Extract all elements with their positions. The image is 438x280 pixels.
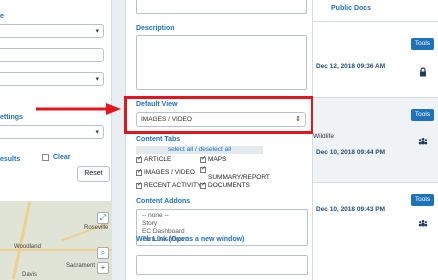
screen: e ▾ ▾ ettings ▾ esults Clear Reset Rosev…: [0, 0, 438, 280]
annotation-arrow: [36, 103, 121, 115]
